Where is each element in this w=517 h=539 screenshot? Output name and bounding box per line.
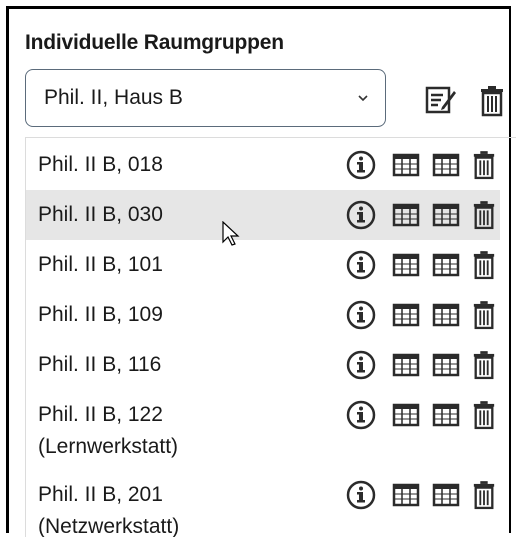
info-icon[interactable] [346, 150, 376, 185]
info-icon[interactable] [346, 350, 376, 385]
calendar-grid-icon[interactable] [432, 302, 460, 333]
room-row[interactable]: Phil. II B, 122 (Lernwerkstatt) [26, 390, 500, 470]
calendar-grid-icon[interactable] [432, 482, 460, 513]
trash-icon[interactable] [472, 400, 496, 435]
calendar-grid-icon[interactable] [392, 352, 420, 383]
trash-icon[interactable] [472, 350, 496, 385]
room-label: Phil. II B, 030 [38, 203, 163, 226]
calendar-grid-icon[interactable] [392, 202, 420, 233]
panel-title: Individuelle Raumgruppen [25, 31, 284, 54]
room-list[interactable]: Phil. II B, 018 Phil. II B, 030 Phil. II B… [25, 137, 516, 537]
calendar-grid-icon[interactable] [392, 252, 420, 283]
calendar-grid-icon[interactable] [432, 152, 460, 183]
chevron-down-icon [358, 95, 368, 102]
trash-icon[interactable] [479, 85, 505, 117]
calendar-grid-icon[interactable] [432, 402, 460, 433]
edit-note-icon[interactable] [425, 85, 457, 115]
room-row[interactable]: Phil. II B, 030 [26, 190, 500, 240]
room-group-select[interactable]: Phil. II, Haus B [25, 69, 386, 127]
calendar-grid-icon[interactable] [392, 302, 420, 333]
room-row[interactable]: Phil. II B, 201 (Netzwerkstatt) [26, 470, 500, 537]
room-label: Phil. II B, 109 [38, 303, 163, 326]
mouse-cursor [222, 221, 240, 246]
calendar-grid-icon[interactable] [392, 402, 420, 433]
room-label: Phil. II B, 116 [38, 353, 162, 376]
calendar-grid-icon[interactable] [432, 352, 460, 383]
room-label: Phil. II B, 201 (Netzwerkstatt) [38, 483, 180, 537]
room-row[interactable]: Phil. II B, 116 [26, 340, 500, 390]
info-icon[interactable] [346, 200, 376, 235]
room-label: Phil. II B, 018 [38, 153, 163, 176]
room-label: Phil. II B, 101 [38, 253, 163, 276]
info-icon[interactable] [346, 300, 376, 335]
room-row[interactable]: Phil. II B, 018 [26, 140, 500, 190]
trash-icon[interactable] [472, 250, 496, 285]
calendar-grid-icon[interactable] [392, 482, 420, 513]
room-label: Phil. II B, 122 (Lernwerkstatt) [38, 403, 179, 458]
info-icon[interactable] [346, 250, 376, 285]
calendar-grid-icon[interactable] [432, 252, 460, 283]
room-groups-panel: Individuelle Raumgruppen Phil. II, Haus … [6, 6, 516, 537]
room-group-select-value: Phil. II, Haus B [44, 86, 183, 109]
room-row[interactable]: Phil. II B, 109 [26, 290, 500, 340]
trash-icon[interactable] [472, 480, 496, 515]
trash-icon[interactable] [472, 300, 496, 335]
calendar-grid-icon[interactable] [432, 202, 460, 233]
trash-icon[interactable] [472, 200, 496, 235]
calendar-grid-icon[interactable] [392, 152, 420, 183]
trash-icon[interactable] [472, 150, 496, 185]
info-icon[interactable] [346, 480, 376, 515]
info-icon[interactable] [346, 400, 376, 435]
room-row[interactable]: Phil. II B, 101 [26, 240, 500, 290]
